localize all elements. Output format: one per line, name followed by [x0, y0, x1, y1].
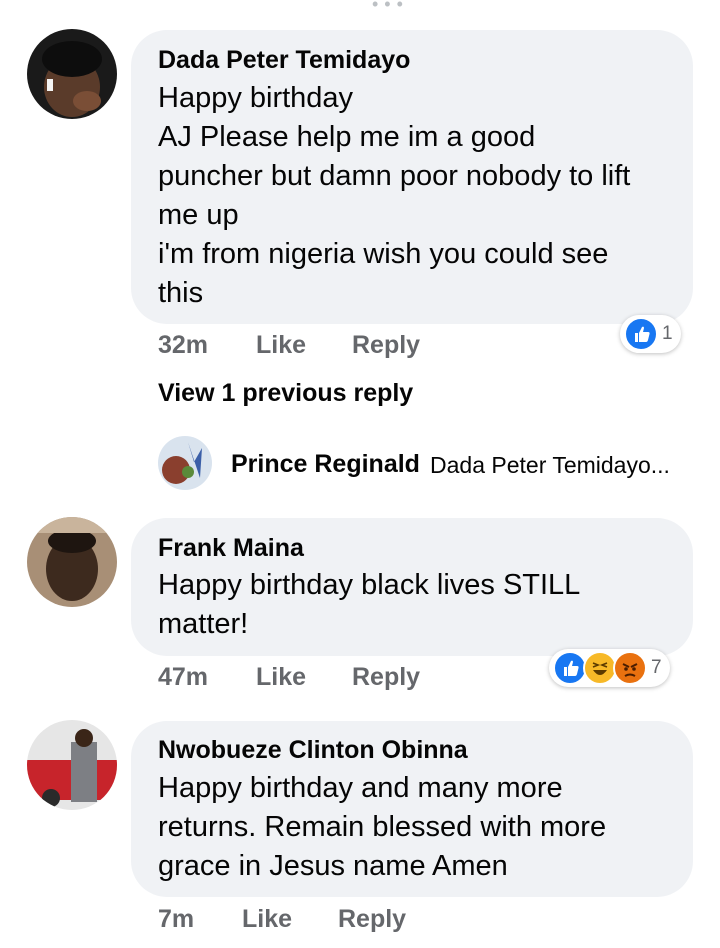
- avatar-photo: [27, 29, 117, 119]
- reply-button[interactable]: Reply: [352, 331, 420, 360]
- comment-text: Happy birthday AJ Please help me im a go…: [158, 82, 631, 309]
- reaction-count: 1: [662, 323, 673, 344]
- like-reaction-icon: [553, 651, 587, 685]
- comment-author[interactable]: Dada Peter Temidayo: [158, 46, 410, 75]
- reply-snippet[interactable]: Dada Peter Temidayo...: [430, 452, 670, 479]
- avatar-photo: [27, 517, 117, 607]
- like-reaction-icon: [624, 317, 658, 351]
- avatar[interactable]: [27, 517, 117, 607]
- reply-button[interactable]: Reply: [338, 905, 406, 934]
- comment-author[interactable]: Nwobueze Clinton Obinna: [158, 736, 468, 765]
- like-button[interactable]: Like: [242, 905, 292, 934]
- reaction-summary[interactable]: 1: [620, 315, 681, 353]
- overflow-dots-icon: •••: [372, 0, 409, 14]
- comment-time[interactable]: 7m: [158, 905, 194, 934]
- comment-time[interactable]: 32m: [158, 331, 208, 360]
- reaction-count: 7: [651, 657, 662, 678]
- view-previous-replies-link[interactable]: View 1 previous reply: [158, 379, 413, 408]
- comment-text: Happy birthday and many more returns. Re…: [158, 772, 607, 882]
- reply-author[interactable]: Prince Reginald: [231, 450, 420, 479]
- reply-avatar[interactable]: [158, 436, 212, 490]
- comment-text: Happy birthday black lives STILL matter!: [158, 569, 581, 640]
- haha-reaction-icon: [583, 651, 617, 685]
- like-button[interactable]: Like: [256, 663, 306, 692]
- avatar[interactable]: [27, 29, 117, 119]
- comment-author[interactable]: Frank Maina: [158, 534, 304, 563]
- reply-avatar-photo: [158, 436, 212, 490]
- comment-time[interactable]: 47m: [158, 663, 208, 692]
- avatar[interactable]: [27, 720, 117, 810]
- reply-button[interactable]: Reply: [352, 663, 420, 692]
- angry-reaction-icon: [613, 651, 647, 685]
- reaction-summary[interactable]: 7: [549, 649, 670, 687]
- like-button[interactable]: Like: [256, 331, 306, 360]
- avatar-photo: [27, 720, 117, 810]
